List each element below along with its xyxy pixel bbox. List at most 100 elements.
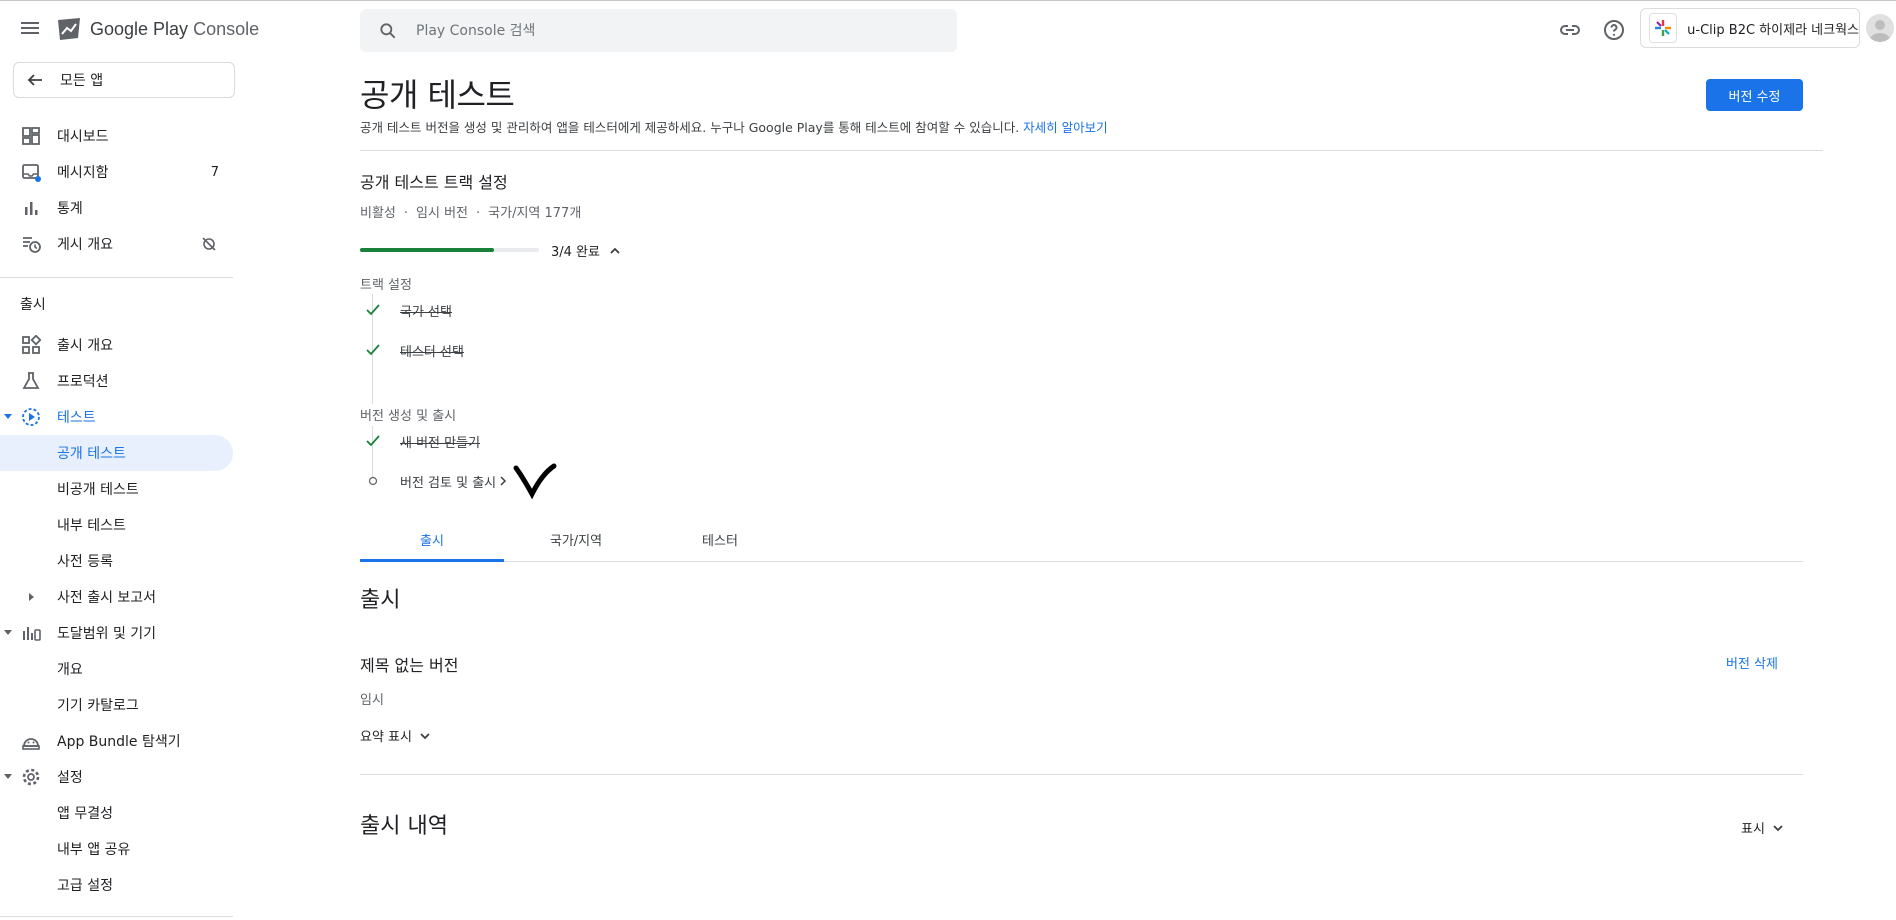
sidebar-item-label: 사전 등록 bbox=[57, 554, 113, 570]
sidebar-item-inbox[interactable]: 메시지함 7 bbox=[0, 154, 233, 190]
sidebar-item-advanced-settings[interactable]: 고급 설정 bbox=[0, 867, 233, 903]
chevron-down-icon bbox=[1773, 824, 1783, 831]
tab-testers[interactable]: 테스터 bbox=[648, 528, 792, 562]
publishing-icon bbox=[23, 237, 41, 253]
chevron-right-icon bbox=[500, 476, 507, 486]
sidebar-item-internal-testing[interactable]: 내부 테스트 bbox=[0, 507, 233, 543]
sidebar-section-release: 출시 bbox=[20, 297, 46, 313]
learn-more-link[interactable]: 자세히 알아보기 bbox=[1023, 120, 1107, 135]
progress-toggle[interactable]: 3/4 완료 bbox=[551, 241, 622, 260]
sidebar-item-label: 기기 카탈로그 bbox=[57, 698, 139, 714]
page-title: 공개 테스트 bbox=[360, 76, 515, 114]
sidebar-item-label: 비공개 테스트 bbox=[57, 482, 139, 498]
android-icon bbox=[22, 738, 40, 750]
caret-down-icon bbox=[4, 774, 12, 779]
sidebar-item-label: 고급 설정 bbox=[57, 878, 113, 894]
step-label: 버전 검토 및 출시 bbox=[400, 475, 497, 491]
step-review-release[interactable]: 버전 검토 및 출시 bbox=[360, 469, 508, 493]
chevron-down-icon bbox=[420, 732, 430, 739]
meta-separator: · bbox=[403, 206, 409, 221]
release-status: 임시 bbox=[360, 693, 384, 708]
step-create-release: 새 버전 만들기 bbox=[360, 429, 480, 453]
track-countries: 국가/지역 177개 bbox=[488, 206, 582, 221]
logo-text: Google Play Console bbox=[90, 18, 260, 39]
sidebar-item-internal-app-sharing[interactable]: 내부 앱 공유 bbox=[0, 831, 233, 867]
sidebar-item-reach-devices[interactable]: 도달범위 및 기기 bbox=[0, 615, 233, 651]
arrow-back-icon bbox=[27, 74, 42, 86]
link-icon[interactable] bbox=[1558, 18, 1582, 42]
releases-heading: 출시 bbox=[360, 588, 401, 613]
sidebar-item-label: 개요 bbox=[57, 662, 83, 678]
delete-release-link[interactable]: 버전 삭제 bbox=[1726, 653, 1778, 672]
show-summary-label: 요약 표시 bbox=[360, 730, 412, 745]
sidebar-item-pre-launch-report[interactable]: 사전 출시 보고서 bbox=[0, 579, 233, 615]
show-history-toggle[interactable]: 표시 bbox=[1741, 818, 1785, 837]
app-logo-icon bbox=[1649, 13, 1678, 43]
caret-down-icon bbox=[4, 414, 12, 419]
check-icon bbox=[360, 300, 386, 320]
show-history-label: 표시 bbox=[1741, 822, 1765, 837]
edit-release-button[interactable]: 버전 수정 bbox=[1706, 79, 1803, 111]
dashboard-icon bbox=[22, 127, 40, 145]
sidebar-item-settings[interactable]: 설정 bbox=[0, 759, 233, 795]
sidebar-item-testing[interactable]: 테스트 bbox=[0, 399, 233, 435]
release-overview-icon bbox=[22, 335, 41, 354]
release-tabs: 출시 국가/지역 테스터 bbox=[360, 528, 1803, 562]
top-border bbox=[0, 0, 1896, 1]
avatar[interactable] bbox=[1866, 14, 1894, 42]
step-label: 테스터 선택 bbox=[400, 344, 464, 360]
tab-releases[interactable]: 출시 bbox=[360, 528, 504, 562]
sidebar-divider bbox=[0, 916, 233, 917]
sidebar-item-open-testing[interactable]: 공개 테스트 bbox=[0, 435, 233, 471]
menu-icon[interactable] bbox=[18, 19, 42, 43]
app-selector[interactable]: u-Clip B2C 하이제라 네크웍스 bbox=[1640, 8, 1860, 48]
chevron-up-icon bbox=[610, 247, 620, 254]
sidebar-item-device-catalog[interactable]: 기기 카탈로그 bbox=[0, 687, 233, 723]
sidebar-item-publishing-overview[interactable]: 게시 개요 bbox=[0, 226, 233, 262]
page-description: 공개 테스트 버전을 생성 및 관리하여 앱을 테스터에게 제공하세요. 누구나… bbox=[360, 117, 1108, 136]
sidebar-item-production[interactable]: 프로덕션 bbox=[0, 363, 233, 399]
all-apps-label: 모든 앱 bbox=[60, 73, 104, 89]
sidebar-item-dashboard[interactable]: 대시보드 bbox=[0, 118, 233, 154]
sidebar-item-closed-testing[interactable]: 비공개 테스트 bbox=[0, 471, 233, 507]
tab-countries[interactable]: 국가/지역 bbox=[504, 528, 648, 562]
sidebar-item-label: 내부 테스트 bbox=[57, 518, 126, 534]
sidebar-item-release-overview[interactable]: 출시 개요 bbox=[0, 327, 233, 363]
release-history-heading: 출시 내역 bbox=[360, 814, 448, 839]
play-console-logo[interactable]: Google Play Console bbox=[56, 16, 259, 42]
release-group-label: 버전 생성 및 출시 bbox=[360, 409, 457, 424]
sidebar-item-overview[interactable]: 개요 bbox=[0, 651, 233, 687]
sidebar-item-label: 출시 개요 bbox=[57, 338, 113, 354]
sidebar-item-pre-registration[interactable]: 사전 등록 bbox=[0, 543, 233, 579]
sync-disabled-icon bbox=[202, 237, 216, 251]
sidebar-item-statistics[interactable]: 통계 bbox=[0, 190, 233, 226]
sidebar-item-label: 앱 무결성 bbox=[57, 806, 113, 822]
app-name: u-Clip B2C 하이제라 네크웍스 bbox=[1687, 22, 1859, 38]
search-icon bbox=[380, 22, 396, 38]
production-icon bbox=[22, 372, 40, 389]
caret-down-icon bbox=[4, 630, 12, 635]
help-icon[interactable] bbox=[1602, 18, 1626, 42]
sidebar-item-label: 대시보드 bbox=[57, 129, 109, 145]
play-console-logo-icon bbox=[58, 18, 80, 40]
progress-label: 3/4 완료 bbox=[551, 245, 600, 260]
sidebar-item-app-bundle-explorer[interactable]: App Bundle 탐색기 bbox=[0, 723, 233, 759]
track-setup-group-label: 트랙 설정 bbox=[360, 278, 412, 293]
sidebar-item-app-integrity[interactable]: 앱 무결성 bbox=[0, 795, 233, 831]
setup-progress-bar bbox=[360, 248, 539, 252]
page-description-text: 공개 테스트 버전을 생성 및 관리하여 앱을 테스터에게 제공하세요. 누구나… bbox=[360, 120, 1020, 135]
all-apps-button[interactable]: 모든 앱 bbox=[13, 62, 235, 98]
step-label: 국가 선택 bbox=[400, 304, 452, 320]
sidebar-item-label: 설정 bbox=[57, 770, 83, 786]
reach-devices-icon bbox=[23, 627, 41, 641]
sidebar-item-label: 공개 테스트 bbox=[57, 446, 126, 462]
check-icon bbox=[360, 431, 386, 451]
sidebar-item-label: 게시 개요 bbox=[57, 237, 113, 253]
sidebar-divider bbox=[0, 277, 233, 278]
search-bar[interactable] bbox=[360, 9, 957, 52]
search-input[interactable] bbox=[416, 22, 916, 39]
sidebar-item-label: 프로덕션 bbox=[57, 374, 109, 390]
sidebar-item-label: 도달범위 및 기기 bbox=[57, 626, 157, 642]
show-summary-toggle[interactable]: 요약 표시 bbox=[360, 726, 432, 745]
header-divider bbox=[360, 150, 1823, 151]
